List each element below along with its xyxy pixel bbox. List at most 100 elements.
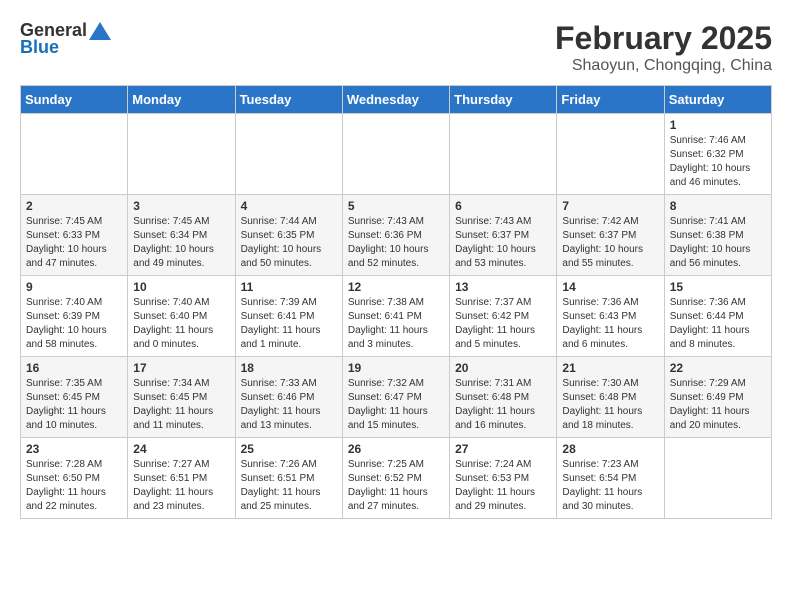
calendar-cell: 23 Sunrise: 7:28 AM Sunset: 6:50 PM Dayli… bbox=[21, 438, 128, 519]
weekday-header-wednesday: Wednesday bbox=[342, 86, 449, 114]
day-number: 23 bbox=[26, 442, 122, 456]
day-number: 5 bbox=[348, 199, 444, 213]
day-info: Sunrise: 7:40 AM Sunset: 6:39 PM Dayligh… bbox=[26, 296, 122, 352]
calendar-cell: 19Sunrise: 7:32 AM Sunset: 6:47 PM Dayli… bbox=[342, 357, 449, 438]
calendar-cell: 6 Sunrise: 7:43 AM Sunset: 6:37 PM Daylig… bbox=[450, 195, 557, 276]
day-info: Sunrise: 7:34 AM Sunset: 6:45 PM Dayligh… bbox=[133, 377, 229, 433]
calendar-cell: 16 Sunrise: 7:35 AM Sunset: 6:45 PM Dayli… bbox=[21, 357, 128, 438]
calendar-cell bbox=[128, 114, 235, 195]
day-number: 12 bbox=[348, 280, 444, 294]
day-info: Sunrise: 7:37 AM Sunset: 6:42 PM Dayligh… bbox=[455, 296, 551, 352]
day-number: 6 bbox=[455, 199, 551, 213]
calendar-cell: 4 Sunrise: 7:44 AM Sunset: 6:35 PM Daylig… bbox=[235, 195, 342, 276]
day-number: 24 bbox=[133, 442, 229, 456]
day-info: Sunrise: 7:25 AM Sunset: 6:52 PM Dayligh… bbox=[348, 458, 444, 514]
calendar-cell: 15 Sunrise: 7:36 AM Sunset: 6:44 PM Dayli… bbox=[664, 276, 771, 357]
calendar-cell: 20 Sunrise: 7:31 AM Sunset: 6:48 PM Dayli… bbox=[450, 357, 557, 438]
day-number: 19 bbox=[348, 361, 444, 375]
calendar-cell: 8Sunrise: 7:41 AM Sunset: 6:38 PM Daylig… bbox=[664, 195, 771, 276]
day-number: 16 bbox=[26, 361, 122, 375]
day-info: Sunrise: 7:36 AM Sunset: 6:43 PM Dayligh… bbox=[562, 296, 658, 352]
calendar-cell bbox=[21, 114, 128, 195]
calendar-cell: 3 Sunrise: 7:45 AM Sunset: 6:34 PM Daylig… bbox=[128, 195, 235, 276]
day-info: Sunrise: 7:31 AM Sunset: 6:48 PM Dayligh… bbox=[455, 377, 551, 433]
weekday-header-tuesday: Tuesday bbox=[235, 86, 342, 114]
calendar-cell: 2 Sunrise: 7:45 AM Sunset: 6:33 PM Daylig… bbox=[21, 195, 128, 276]
day-number: 22 bbox=[670, 361, 766, 375]
calendar-cell: 18Sunrise: 7:33 AM Sunset: 6:46 PM Dayli… bbox=[235, 357, 342, 438]
page-header: General Blue February 2025 Shaoyun, Chon… bbox=[20, 20, 772, 75]
weekday-header-saturday: Saturday bbox=[664, 86, 771, 114]
day-number: 9 bbox=[26, 280, 122, 294]
day-info: Sunrise: 7:28 AM Sunset: 6:50 PM Dayligh… bbox=[26, 458, 122, 514]
logo: General Blue bbox=[20, 20, 111, 58]
day-number: 26 bbox=[348, 442, 444, 456]
day-info: Sunrise: 7:30 AM Sunset: 6:48 PM Dayligh… bbox=[562, 377, 658, 433]
calendar-week-row: 23 Sunrise: 7:28 AM Sunset: 6:50 PM Dayli… bbox=[21, 438, 772, 519]
day-number: 7 bbox=[562, 199, 658, 213]
day-info: Sunrise: 7:44 AM Sunset: 6:35 PM Dayligh… bbox=[241, 215, 337, 271]
calendar-table: SundayMondayTuesdayWednesdayThursdayFrid… bbox=[20, 85, 772, 519]
day-info: Sunrise: 7:46 AM Sunset: 6:32 PM Dayligh… bbox=[670, 134, 766, 190]
calendar-cell bbox=[450, 114, 557, 195]
day-info: Sunrise: 7:24 AM Sunset: 6:53 PM Dayligh… bbox=[455, 458, 551, 514]
calendar-cell: 28Sunrise: 7:23 AM Sunset: 6:54 PM Dayli… bbox=[557, 438, 664, 519]
day-info: Sunrise: 7:35 AM Sunset: 6:45 PM Dayligh… bbox=[26, 377, 122, 433]
day-info: Sunrise: 7:40 AM Sunset: 6:40 PM Dayligh… bbox=[133, 296, 229, 352]
day-info: Sunrise: 7:45 AM Sunset: 6:34 PM Dayligh… bbox=[133, 215, 229, 271]
calendar-cell: 17 Sunrise: 7:34 AM Sunset: 6:45 PM Dayli… bbox=[128, 357, 235, 438]
calendar-week-row: 9 Sunrise: 7:40 AM Sunset: 6:39 PM Daylig… bbox=[21, 276, 772, 357]
calendar-cell bbox=[664, 438, 771, 519]
calendar-cell: 21Sunrise: 7:30 AM Sunset: 6:48 PM Dayli… bbox=[557, 357, 664, 438]
calendar-cell: 25 Sunrise: 7:26 AM Sunset: 6:51 PM Dayli… bbox=[235, 438, 342, 519]
day-number: 1 bbox=[670, 118, 766, 132]
calendar-title: February 2025 bbox=[555, 20, 772, 57]
day-info: Sunrise: 7:43 AM Sunset: 6:36 PM Dayligh… bbox=[348, 215, 444, 271]
day-number: 28 bbox=[562, 442, 658, 456]
day-number: 15 bbox=[670, 280, 766, 294]
day-number: 10 bbox=[133, 280, 229, 294]
day-number: 14 bbox=[562, 280, 658, 294]
day-info: Sunrise: 7:42 AM Sunset: 6:37 PM Dayligh… bbox=[562, 215, 658, 271]
day-number: 3 bbox=[133, 199, 229, 213]
calendar-subtitle: Shaoyun, Chongqing, China bbox=[555, 57, 772, 75]
day-number: 17 bbox=[133, 361, 229, 375]
day-number: 13 bbox=[455, 280, 551, 294]
day-number: 11 bbox=[241, 280, 337, 294]
weekday-header-friday: Friday bbox=[557, 86, 664, 114]
day-number: 2 bbox=[26, 199, 122, 213]
calendar-cell bbox=[235, 114, 342, 195]
calendar-cell: 12 Sunrise: 7:38 AM Sunset: 6:41 PM Dayli… bbox=[342, 276, 449, 357]
day-info: Sunrise: 7:29 AM Sunset: 6:49 PM Dayligh… bbox=[670, 377, 766, 433]
calendar-cell: 5 Sunrise: 7:43 AM Sunset: 6:36 PM Daylig… bbox=[342, 195, 449, 276]
day-number: 4 bbox=[241, 199, 337, 213]
calendar-week-row: 1 Sunrise: 7:46 AM Sunset: 6:32 PM Daylig… bbox=[21, 114, 772, 195]
day-info: Sunrise: 7:43 AM Sunset: 6:37 PM Dayligh… bbox=[455, 215, 551, 271]
logo-blue-text: Blue bbox=[20, 37, 59, 58]
logo-icon bbox=[89, 22, 111, 40]
day-info: Sunrise: 7:36 AM Sunset: 6:44 PM Dayligh… bbox=[670, 296, 766, 352]
weekday-header-monday: Monday bbox=[128, 86, 235, 114]
day-info: Sunrise: 7:27 AM Sunset: 6:51 PM Dayligh… bbox=[133, 458, 229, 514]
calendar-cell: 9 Sunrise: 7:40 AM Sunset: 6:39 PM Daylig… bbox=[21, 276, 128, 357]
calendar-week-row: 16 Sunrise: 7:35 AM Sunset: 6:45 PM Dayli… bbox=[21, 357, 772, 438]
day-info: Sunrise: 7:26 AM Sunset: 6:51 PM Dayligh… bbox=[241, 458, 337, 514]
day-info: Sunrise: 7:33 AM Sunset: 6:46 PM Dayligh… bbox=[241, 377, 337, 433]
day-info: Sunrise: 7:41 AM Sunset: 6:38 PM Dayligh… bbox=[670, 215, 766, 271]
title-section: February 2025 Shaoyun, Chongqing, China bbox=[555, 20, 772, 75]
calendar-cell bbox=[342, 114, 449, 195]
day-number: 27 bbox=[455, 442, 551, 456]
calendar-cell: 1 Sunrise: 7:46 AM Sunset: 6:32 PM Daylig… bbox=[664, 114, 771, 195]
calendar-cell: 13 Sunrise: 7:37 AM Sunset: 6:42 PM Dayli… bbox=[450, 276, 557, 357]
day-number: 20 bbox=[455, 361, 551, 375]
day-number: 25 bbox=[241, 442, 337, 456]
day-info: Sunrise: 7:45 AM Sunset: 6:33 PM Dayligh… bbox=[26, 215, 122, 271]
calendar-cell: 7 Sunrise: 7:42 AM Sunset: 6:37 PM Daylig… bbox=[557, 195, 664, 276]
day-info: Sunrise: 7:38 AM Sunset: 6:41 PM Dayligh… bbox=[348, 296, 444, 352]
calendar-cell: 26 Sunrise: 7:25 AM Sunset: 6:52 PM Dayli… bbox=[342, 438, 449, 519]
weekday-header-thursday: Thursday bbox=[450, 86, 557, 114]
day-info: Sunrise: 7:39 AM Sunset: 6:41 PM Dayligh… bbox=[241, 296, 337, 352]
calendar-cell: 11 Sunrise: 7:39 AM Sunset: 6:41 PM Dayli… bbox=[235, 276, 342, 357]
weekday-header-row: SundayMondayTuesdayWednesdayThursdayFrid… bbox=[21, 86, 772, 114]
calendar-cell bbox=[557, 114, 664, 195]
